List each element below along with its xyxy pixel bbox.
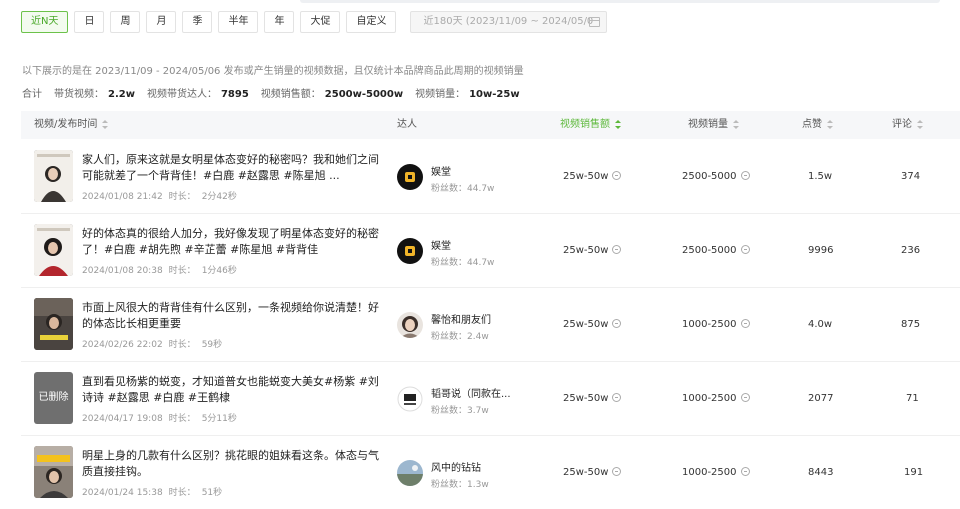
info-icon[interactable] bbox=[740, 392, 750, 402]
sort-icon bbox=[733, 119, 739, 129]
sales-volume-cell: 1000-2500 bbox=[682, 288, 750, 362]
calendar-icon bbox=[589, 17, 601, 27]
video-thumbnail[interactable] bbox=[34, 446, 73, 498]
filter-week[interactable]: 周 bbox=[110, 11, 141, 33]
author-name[interactable]: 娱堂 bbox=[431, 237, 451, 252]
table-header: 视频/发布时间 达人 视频销售额 视频销量 点赞 评论 bbox=[21, 111, 960, 139]
likes-cell: 4.0w bbox=[808, 319, 833, 330]
sales-amount-cell: 25w-50w bbox=[563, 362, 622, 436]
filter-recent-n-days[interactable]: 近N天 bbox=[21, 11, 69, 33]
author-fans: 粉丝数：2.4w bbox=[431, 332, 489, 342]
sales-volume-cell: 2500-5000 bbox=[682, 214, 750, 288]
sales-amount-cell: 25w-50w bbox=[563, 140, 622, 214]
video-meta: 2024/01/24 15:38 时长： 51秒 bbox=[82, 488, 223, 498]
deleted-label: 已删除 bbox=[38, 392, 69, 403]
author-name[interactable]: 风中的钻钻 bbox=[431, 459, 481, 474]
info-icon[interactable] bbox=[740, 318, 750, 328]
video-meta: 2024/01/08 20:38 时长： 1分46秒 bbox=[82, 266, 237, 276]
video-thumbnail[interactable] bbox=[34, 298, 73, 350]
likes-cell: 1.5w bbox=[808, 171, 833, 182]
sort-icon bbox=[102, 119, 109, 129]
summary-bar: 合计 带货视频： 2.2w 视频带货达人： 7895 视频销售额： 2500w-500… bbox=[22, 85, 532, 100]
filter-year[interactable]: 年 bbox=[264, 11, 295, 33]
author-name[interactable]: 娱堂 bbox=[431, 163, 451, 178]
author-avatar[interactable] bbox=[397, 312, 423, 338]
video-title[interactable]: 市面上风很大的背背佳有什么区别，一条视频给你说清楚！好的体态比长相更重要 bbox=[82, 300, 382, 332]
author-avatar[interactable] bbox=[397, 238, 423, 264]
header-likes[interactable]: 点赞 bbox=[802, 111, 833, 139]
sales-volume-cell: 1000-2500 bbox=[682, 362, 750, 436]
header-comments[interactable]: 评论 bbox=[892, 111, 923, 139]
summary-authors: 视频带货达人： 7895 bbox=[146, 89, 249, 100]
video-title[interactable]: 明星上身的几款有什么区别？挑花眼的姐妹看这条。体态与气质直接挂钩。 bbox=[82, 448, 382, 480]
author-fans: 粉丝数：44.7w bbox=[431, 184, 495, 194]
filter-promotion[interactable]: 大促 bbox=[300, 11, 341, 33]
header-sales-amount[interactable]: 视频销售额 bbox=[560, 111, 621, 139]
author-avatar[interactable] bbox=[397, 386, 423, 412]
likes-cell: 2077 bbox=[808, 393, 834, 404]
header-author: 达人 bbox=[397, 119, 417, 130]
video-thumbnail[interactable] bbox=[34, 150, 73, 202]
period-filter-bar: 近N天 日 周 月 季 半年 年 大促 自定义 近180天 (2023/11/0… bbox=[21, 11, 608, 33]
info-icon[interactable] bbox=[612, 170, 622, 180]
sort-icon bbox=[827, 119, 833, 129]
author-fans: 粉丝数：1.3w bbox=[431, 480, 489, 490]
sales-volume-cell: 1000-2500 bbox=[682, 436, 750, 509]
video-title[interactable]: 直到看见杨紫的蜕变，才知道普女也能蜕变大美女#杨紫 #刘诗诗 #赵露思 #白鹿 … bbox=[82, 374, 382, 406]
info-icon[interactable] bbox=[740, 466, 750, 476]
filter-half-year[interactable]: 半年 bbox=[218, 11, 259, 33]
summary-videos: 带货视频： 2.2w bbox=[54, 89, 135, 100]
sales-amount-cell: 25w-50w bbox=[563, 214, 622, 288]
info-icon[interactable] bbox=[612, 466, 622, 476]
likes-cell: 8443 bbox=[808, 467, 834, 478]
summary-total-label: 合计 bbox=[22, 89, 42, 100]
sort-icon bbox=[615, 119, 621, 129]
comments-cell: 71 bbox=[906, 393, 919, 404]
info-icon[interactable] bbox=[612, 318, 622, 328]
likes-cell: 9996 bbox=[808, 245, 834, 256]
sales-volume-cell: 2500-5000 bbox=[682, 140, 750, 214]
video-thumbnail[interactable] bbox=[34, 224, 73, 276]
info-icon[interactable] bbox=[612, 392, 622, 402]
author-fans: 粉丝数：3.7w bbox=[431, 406, 489, 416]
data-scope-note: 以下展示的是在 2023/11/09 - 2024/05/06 发布或产生销量的… bbox=[22, 66, 524, 77]
video-thumbnail-deleted[interactable]: 已删除 bbox=[34, 372, 73, 424]
sort-icon bbox=[917, 119, 923, 129]
info-icon[interactable] bbox=[740, 244, 750, 254]
info-icon[interactable] bbox=[612, 244, 622, 254]
author-avatar[interactable] bbox=[397, 460, 423, 486]
filter-day[interactable]: 日 bbox=[74, 11, 105, 33]
summary-sales-volume: 视频销量： 10w-25w bbox=[415, 89, 520, 100]
author-avatar[interactable] bbox=[397, 164, 423, 190]
table-row[interactable]: 好的体态真的很给人加分，我好像发现了明星体态变好的秘密了！#白鹿 #胡先煦 #辛… bbox=[21, 214, 960, 288]
comments-cell: 374 bbox=[901, 171, 921, 182]
video-meta: 2024/04/17 19:08 时长： 5分11秒 bbox=[82, 414, 237, 424]
video-title[interactable]: 好的体态真的很给人加分，我好像发现了明星体态变好的秘密了！#白鹿 #胡先煦 #辛… bbox=[82, 226, 382, 258]
table-row[interactable]: 家人们，原来这就是女明星体态变好的秘密吗？我和她们之间可能就差了一个背背佳！#白… bbox=[21, 140, 960, 214]
video-title[interactable]: 家人们，原来这就是女明星体态变好的秘密吗？我和她们之间可能就差了一个背背佳！#白… bbox=[82, 152, 382, 184]
comments-cell: 191 bbox=[904, 467, 924, 478]
sales-amount-cell: 25w-50w bbox=[563, 436, 622, 509]
author-name[interactable]: 韬哥说（同款在... bbox=[431, 385, 511, 400]
table-row[interactable]: 明星上身的几款有什么区别？挑花眼的姐妹看这条。体态与气质直接挂钩。 2024/0… bbox=[21, 436, 960, 509]
sales-amount-cell: 25w-50w bbox=[563, 288, 622, 362]
summary-sales-amount: 视频销售额： 2500w-5000w bbox=[260, 89, 404, 100]
filter-month[interactable]: 月 bbox=[146, 11, 177, 33]
header-sales-volume[interactable]: 视频销量 bbox=[688, 111, 739, 139]
table-row[interactable]: 已删除 直到看见杨紫的蜕变，才知道普女也能蜕变大美女#杨紫 #刘诗诗 #赵露思 … bbox=[21, 362, 960, 436]
date-range-picker[interactable]: 近180天 (2023/11/09 ~ 2024/05/0 bbox=[410, 11, 608, 33]
filter-custom[interactable]: 自定义 bbox=[346, 11, 397, 33]
table-row[interactable]: 市面上风很大的背背佳有什么区别，一条视频给你说清楚！好的体态比长相更重要 202… bbox=[21, 288, 960, 362]
date-range-text: 近180天 (2023/11/09 ~ 2024/05/0 bbox=[423, 16, 594, 27]
header-video[interactable]: 视频/发布时间 bbox=[34, 111, 109, 139]
comments-cell: 236 bbox=[901, 245, 921, 256]
author-name[interactable]: 馨怡和朋友们 bbox=[431, 311, 491, 326]
video-meta: 2024/02/26 22:02 时长： 59秒 bbox=[82, 340, 223, 350]
top-divider bbox=[300, 0, 940, 3]
filter-quarter[interactable]: 季 bbox=[182, 11, 213, 33]
comments-cell: 875 bbox=[901, 319, 921, 330]
author-fans: 粉丝数：44.7w bbox=[431, 258, 495, 268]
info-icon[interactable] bbox=[740, 170, 750, 180]
video-meta: 2024/01/08 21:42 时长： 2分42秒 bbox=[82, 192, 237, 202]
